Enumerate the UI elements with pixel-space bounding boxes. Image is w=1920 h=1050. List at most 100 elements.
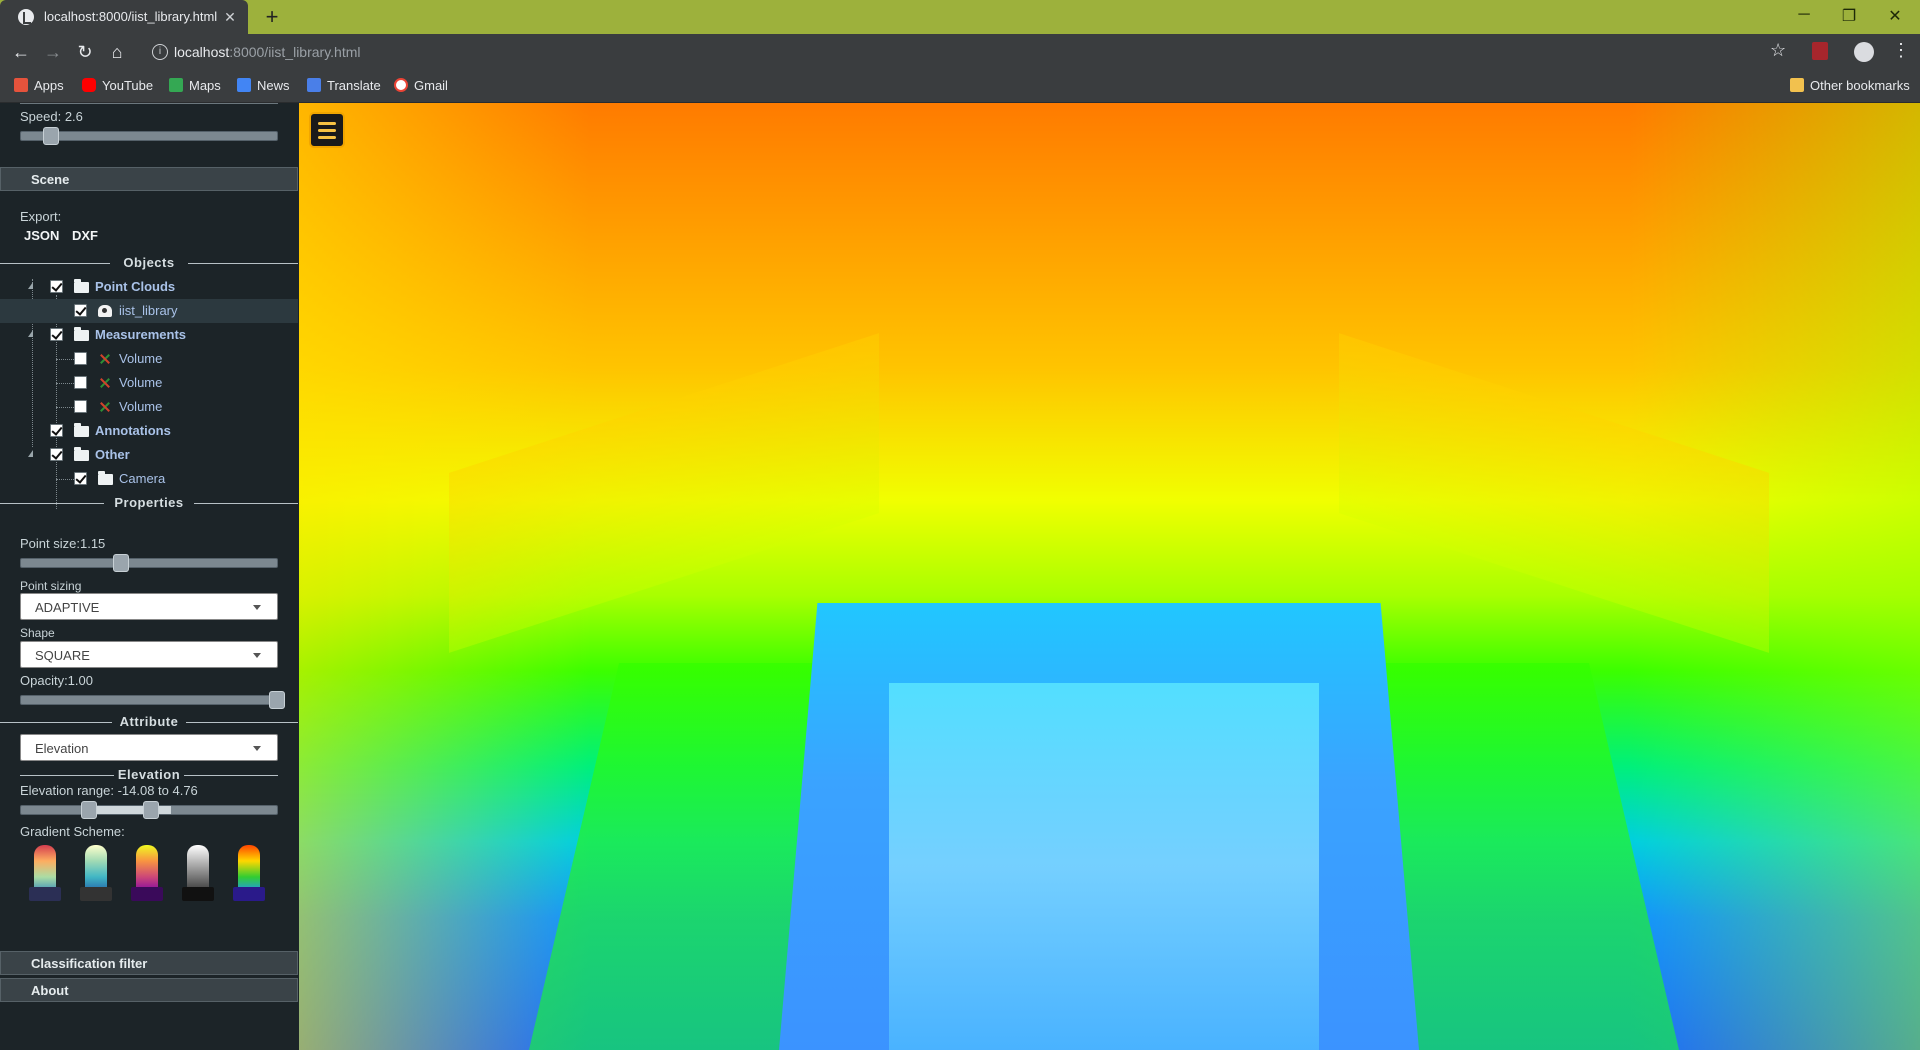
folder-icon: [74, 279, 89, 293]
volume-checkbox[interactable]: [74, 352, 87, 365]
speed-slider-thumb[interactable]: [43, 127, 59, 145]
tree-node-point-clouds[interactable]: Point Clouds: [0, 275, 298, 299]
export-json-button[interactable]: JSON: [24, 228, 59, 243]
expand-triangle-icon[interactable]: [28, 330, 33, 337]
point-sizing-value: ADAPTIVE: [35, 600, 100, 615]
statue-base: [29, 887, 61, 901]
statue-shape: [238, 845, 260, 893]
folder-icon: [98, 471, 113, 485]
tree-node-annotations[interactable]: Annotations: [0, 419, 298, 443]
folder-icon: [74, 327, 89, 341]
other-checkbox[interactable]: [50, 448, 63, 461]
opacity-slider-thumb[interactable]: [269, 691, 285, 709]
statue-shape: [85, 845, 107, 893]
attribute-select[interactable]: Elevation: [20, 734, 278, 761]
menu-bar: [318, 136, 336, 139]
folder-icon: [1790, 78, 1804, 92]
bookmark-label: Apps: [34, 78, 64, 93]
chevron-down-icon: [253, 605, 261, 610]
bookmark-youtube[interactable]: YouTube: [82, 78, 153, 93]
sidebar-toggle-menu-icon[interactable]: [309, 112, 345, 148]
url-text: localhost:8000/iist_library.html: [174, 44, 361, 60]
browser-menu-icon[interactable]: ⋮: [1892, 40, 1910, 61]
tree-node-camera[interactable]: Camera: [0, 467, 298, 491]
tree-node-volume[interactable]: Volume: [0, 395, 298, 419]
bookmark-star-icon[interactable]: ☆: [1770, 40, 1786, 61]
profile-avatar-icon[interactable]: [1854, 42, 1874, 62]
statue-base: [80, 887, 112, 901]
volume-checkbox[interactable]: [74, 376, 87, 389]
chevron-down-icon: [253, 746, 261, 751]
bookmark-label: Translate: [327, 78, 381, 93]
tree-label: iist_library: [119, 303, 178, 318]
plasma-gradient-icon[interactable]: [128, 843, 166, 903]
bookmark-gmail[interactable]: Gmail: [394, 78, 448, 93]
bookmark-maps[interactable]: Maps: [169, 78, 221, 93]
annotations-checkbox[interactable]: [50, 424, 63, 437]
bookmark-label: News: [257, 78, 290, 93]
other-bookmarks[interactable]: Other bookmarks: [1790, 78, 1910, 93]
window-close-button[interactable]: ✕: [1884, 6, 1906, 26]
restore-button[interactable]: ❐: [1838, 6, 1860, 26]
menu-bar: [318, 129, 336, 132]
new-tab-button[interactable]: +: [260, 5, 284, 29]
statue-base: [233, 887, 265, 901]
elevation-min-thumb[interactable]: [81, 801, 97, 819]
active-tab[interactable]: localhost:8000/iist_library.html ✕: [0, 0, 248, 34]
scene-section-header[interactable]: Scene: [0, 167, 298, 191]
about-section-header[interactable]: About: [0, 978, 298, 1002]
url-path: :8000/iist_library.html: [229, 44, 361, 60]
home-icon[interactable]: ⌂: [106, 41, 128, 63]
spectral-gradient-icon[interactable]: [26, 843, 64, 903]
speed-slider[interactable]: [20, 127, 278, 145]
classification-filter-section-header[interactable]: Classification filter: [0, 951, 298, 975]
address-bar[interactable]: i localhost:8000/iist_library.html: [144, 39, 1824, 65]
point-size-slider-thumb[interactable]: [113, 554, 129, 572]
bookmark-label: Gmail: [414, 78, 448, 93]
elevation-max-thumb[interactable]: [143, 801, 159, 819]
url-host: localhost: [174, 44, 230, 60]
potree-sidebar: Speed: 2.6 Scene Export: JSON DXF Object…: [0, 103, 299, 1050]
statue-base: [182, 887, 214, 901]
bookmark-label: YouTube: [102, 78, 154, 93]
tree-node-volume[interactable]: Volume: [0, 347, 298, 371]
tree-label: Measurements: [95, 327, 187, 342]
point-clouds-checkbox[interactable]: [50, 280, 63, 293]
yellow-green-gradient-icon[interactable]: [77, 843, 115, 903]
bookmarks-bar: Apps YouTube Maps News Translate Gmail O…: [0, 70, 1920, 103]
bookmark-translate[interactable]: Translate: [307, 78, 381, 93]
bookmark-apps[interactable]: Apps: [14, 78, 64, 93]
tree-node-volume[interactable]: Volume: [0, 371, 298, 395]
tree-label: Annotations: [95, 423, 171, 438]
browser-toolbar: ← → ↻ ⌂ i localhost:8000/iist_library.ht…: [0, 34, 1920, 70]
elevation-range-slider[interactable]: [20, 801, 278, 819]
back-arrow-icon[interactable]: ←: [10, 41, 32, 63]
tab-close-icon[interactable]: ✕: [220, 7, 240, 27]
reload-icon[interactable]: ↻: [74, 41, 96, 63]
tree-node-iist-library[interactable]: iist_library: [0, 299, 298, 323]
pdf-extension-icon[interactable]: [1812, 42, 1828, 60]
export-dxf-button[interactable]: DXF: [72, 228, 98, 243]
point-cloud-viewer[interactable]: [299, 103, 1920, 1050]
tree-node-other[interactable]: Other: [0, 443, 298, 467]
opacity-slider[interactable]: [20, 691, 285, 709]
point-size-slider[interactable]: [20, 554, 278, 572]
grayscale-gradient-icon[interactable]: [179, 843, 217, 903]
point-sizing-label: Point sizing: [20, 579, 82, 593]
expand-triangle-icon[interactable]: [28, 450, 33, 457]
measurements-checkbox[interactable]: [50, 328, 63, 341]
point-sizing-select[interactable]: ADAPTIVE: [20, 593, 278, 620]
site-info-icon[interactable]: i: [152, 44, 168, 60]
forward-arrow-icon[interactable]: →: [42, 41, 64, 63]
expand-triangle-icon[interactable]: [28, 282, 33, 289]
rainbow-gradient-icon[interactable]: [230, 843, 268, 903]
folder-icon: [74, 423, 89, 437]
iist-library-checkbox[interactable]: [74, 304, 87, 317]
volume-checkbox[interactable]: [74, 400, 87, 413]
shape-select[interactable]: SQUARE: [20, 641, 278, 668]
elevation-range-label: Elevation range: -14.08 to 4.76: [20, 783, 198, 798]
minimize-button[interactable]: ─: [1793, 6, 1815, 24]
camera-checkbox[interactable]: [74, 472, 87, 485]
bookmark-news[interactable]: News: [237, 78, 290, 93]
tree-node-measurements[interactable]: Measurements: [0, 323, 298, 347]
